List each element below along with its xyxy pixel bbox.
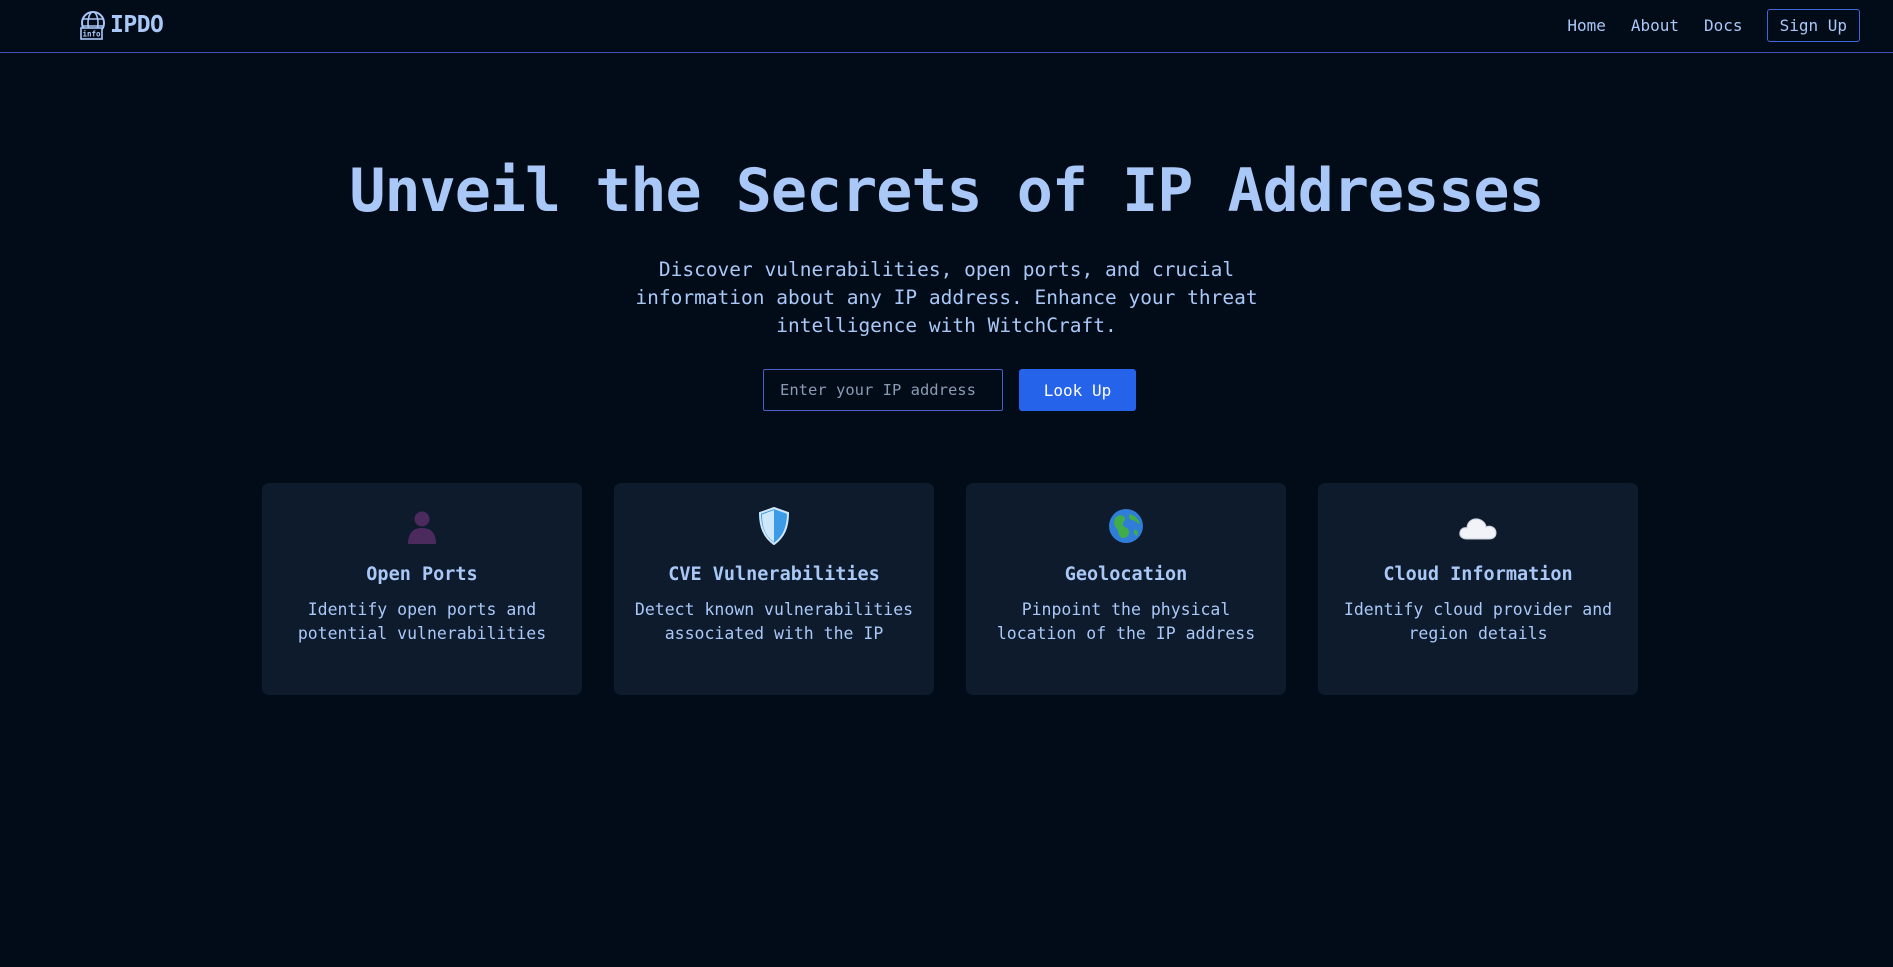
ip-address-input[interactable] [763,369,1003,411]
person-silhouette-icon [262,507,582,545]
nav-link-home[interactable]: Home [1567,16,1606,35]
shield-icon [614,507,934,545]
globe-icon [966,507,1286,545]
feature-title: CVE Vulnerabilities [668,564,880,585]
brand-name: IPDO [110,12,164,38]
brand-logo-link[interactable]: info IPDO [79,9,164,41]
feature-description: Detect known vulnerabilities associated … [634,600,914,643]
look-up-button[interactable]: Look Up [1019,369,1136,411]
nav-links: Home About Docs Sign Up [1567,9,1860,42]
feature-card-cve: CVE Vulnerabilities Detect known vulnera… [614,483,934,695]
brand-logo-text: info [82,30,101,39]
feature-title: Cloud Information [1383,564,1573,585]
cloud-icon [1318,507,1638,545]
globe-logo-icon: info [80,11,105,40]
navbar: info IPDO Home About Docs Sign Up [0,0,1893,53]
nav-link-about[interactable]: About [1631,16,1679,35]
feature-description: Pinpoint the physical location of the IP… [996,600,1256,643]
feature-card-geolocation: Geolocation Pinpoint the physical locati… [966,483,1286,695]
sign-up-button[interactable]: Sign Up [1766,9,1860,42]
feature-title: Geolocation [1064,564,1188,585]
feature-description: Identify open ports and potential vulner… [297,600,547,643]
feature-card-cloud: Cloud Information Identify cloud provide… [1318,483,1638,695]
feature-card-open-ports: Open Ports Identify open ports and poten… [262,483,582,695]
nav-link-docs[interactable]: Docs [1704,16,1743,35]
feature-description: Identify cloud provider and region detai… [1343,600,1613,643]
hero-title: Unveil the Secrets of IP Addresses [349,156,1544,226]
feature-title: Open Ports [366,564,478,585]
hero-subtitle: Discover vulnerabilities, open ports, an… [635,258,1258,337]
